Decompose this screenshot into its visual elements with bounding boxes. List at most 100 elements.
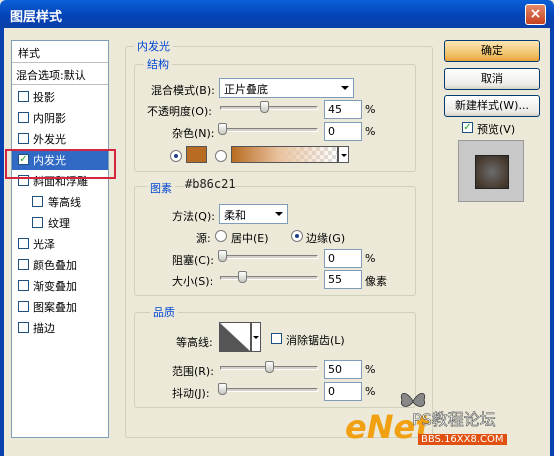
style-item-contour[interactable]: 等高线	[12, 191, 108, 212]
style-item-inner-shadow[interactable]: 内阴影	[12, 107, 108, 128]
size-label: 大小(S):	[172, 275, 214, 288]
cancel-button[interactable]: 取消	[444, 68, 540, 90]
jitter-input[interactable]: 0	[324, 382, 362, 401]
style-item-stroke[interactable]: 描边	[12, 317, 108, 338]
style-item-outer-glow[interactable]: 外发光	[12, 128, 108, 149]
chevron-down-icon	[275, 212, 283, 216]
method-label: 方法(Q):	[172, 210, 215, 223]
elements-title: 图素	[147, 180, 175, 196]
watermark-subtitle: PS教程论坛	[412, 410, 496, 430]
contour-checkbox[interactable]	[32, 196, 43, 207]
source-center-label: 居中(E)	[231, 232, 269, 245]
style-list-header[interactable]: 样式	[12, 41, 108, 63]
style-item-label: 光泽	[33, 238, 55, 251]
opacity-label: 不透明度(O):	[147, 105, 212, 118]
quality-title: 品质	[150, 304, 178, 320]
style-item-label: 渐变叠加	[33, 280, 77, 293]
structure-title: 结构	[144, 56, 172, 72]
gradient-dropdown[interactable]	[338, 146, 349, 163]
opacity-slider-thumb[interactable]	[260, 101, 269, 113]
style-item-label: 纹理	[48, 217, 70, 230]
antialias-checkbox[interactable]	[271, 333, 282, 344]
color-radio[interactable]	[170, 150, 182, 162]
gradient-overlay-checkbox[interactable]	[18, 280, 29, 291]
noise-slider[interactable]	[220, 128, 318, 132]
choke-label: 阻塞(C):	[172, 254, 214, 267]
noise-input[interactable]: 0	[324, 122, 362, 141]
color-annotation: #b86c21	[185, 177, 236, 191]
range-percent: %	[365, 363, 376, 376]
blend-mode-label: 混合模式(B):	[151, 84, 215, 97]
style-item-label: 描边	[33, 322, 55, 335]
window-frame-left	[0, 28, 4, 456]
watermark-url: BBS.16XX8.COM	[418, 434, 507, 445]
satin-checkbox[interactable]	[18, 238, 29, 249]
gradient-swatch[interactable]	[231, 146, 338, 163]
pattern-overlay-checkbox[interactable]	[18, 301, 29, 312]
chevron-down-icon	[253, 336, 259, 339]
window-title: 图层样式	[10, 10, 63, 25]
choke-input[interactable]: 0	[324, 249, 362, 268]
style-item-label: 等高线	[48, 196, 81, 209]
chevron-down-icon	[341, 154, 347, 157]
chevron-down-icon	[341, 86, 349, 90]
close-button[interactable]: ×	[525, 4, 546, 25]
range-slider-thumb[interactable]	[265, 361, 274, 373]
inner-shadow-checkbox[interactable]	[18, 112, 29, 123]
method-select[interactable]: 柔和	[219, 204, 288, 224]
title-bar: 图层样式 ×	[0, 0, 554, 28]
stroke-checkbox[interactable]	[18, 322, 29, 333]
contour-label: 等高线:	[176, 336, 213, 349]
choke-slider[interactable]	[220, 255, 318, 259]
preview-swatch-frame	[458, 140, 524, 202]
style-item-color-overlay[interactable]: 颜色叠加	[12, 254, 108, 275]
opacity-input[interactable]: 45	[324, 100, 362, 119]
blend-options-item[interactable]: 混合选项:默认	[12, 63, 108, 85]
style-item-label: 内阴影	[33, 112, 66, 125]
noise-slider-thumb[interactable]	[218, 123, 227, 135]
source-edge-radio[interactable]	[291, 230, 303, 242]
outer-glow-checkbox[interactable]	[18, 133, 29, 144]
style-item-satin[interactable]: 光泽	[12, 233, 108, 254]
source-center-radio[interactable]	[215, 230, 227, 242]
style-item-texture[interactable]: 纹理	[12, 212, 108, 233]
jitter-label: 抖动(J):	[172, 387, 210, 400]
jitter-slider-thumb[interactable]	[218, 383, 227, 395]
texture-checkbox[interactable]	[32, 217, 43, 228]
opacity-percent: %	[365, 103, 376, 116]
glow-color-swatch[interactable]	[186, 146, 207, 163]
ok-button[interactable]: 确定	[444, 40, 540, 62]
style-item-label: 图案叠加	[33, 301, 77, 314]
drop-shadow-checkbox[interactable]	[18, 91, 29, 102]
style-list: 样式 混合选项:默认 投影 内阴影 外发光 ✓ 内发光 斜面和浮雕 等高线 纹理…	[11, 40, 109, 438]
highlight-box	[5, 149, 116, 179]
choke-slider-thumb[interactable]	[218, 250, 227, 262]
style-item-label: 颜色叠加	[33, 259, 77, 272]
size-unit: 像素	[365, 275, 387, 288]
range-input[interactable]: 50	[324, 360, 362, 379]
blend-mode-select[interactable]: 正片叠底	[219, 78, 354, 98]
style-item-pattern-overlay[interactable]: 图案叠加	[12, 296, 108, 317]
gradient-radio[interactable]	[215, 150, 227, 162]
contour-preview[interactable]	[219, 322, 251, 352]
style-item-label: 外发光	[33, 133, 66, 146]
color-overlay-checkbox[interactable]	[18, 259, 29, 270]
antialias-label: 消除锯齿(L)	[286, 334, 345, 347]
style-item-gradient-overlay[interactable]: 渐变叠加	[12, 275, 108, 296]
noise-percent: %	[365, 125, 376, 138]
size-slider-thumb[interactable]	[238, 271, 247, 283]
new-style-button[interactable]: 新建样式(W)...	[444, 95, 540, 117]
opacity-slider[interactable]	[220, 106, 318, 110]
style-item-drop-shadow[interactable]: 投影	[12, 86, 108, 107]
size-input[interactable]: 55	[324, 270, 362, 289]
preview-checkbox[interactable]: ✓	[462, 122, 473, 133]
size-slider[interactable]	[220, 276, 318, 280]
choke-percent: %	[365, 252, 376, 265]
panel-title: 内发光	[134, 38, 173, 54]
window-frame-right	[550, 28, 554, 456]
jitter-slider[interactable]	[220, 388, 318, 392]
blend-mode-value: 正片叠底	[224, 83, 268, 96]
contour-dropdown[interactable]	[251, 322, 261, 352]
source-edge-label: 边缘(G)	[306, 232, 346, 245]
style-item-label: 投影	[33, 91, 55, 104]
